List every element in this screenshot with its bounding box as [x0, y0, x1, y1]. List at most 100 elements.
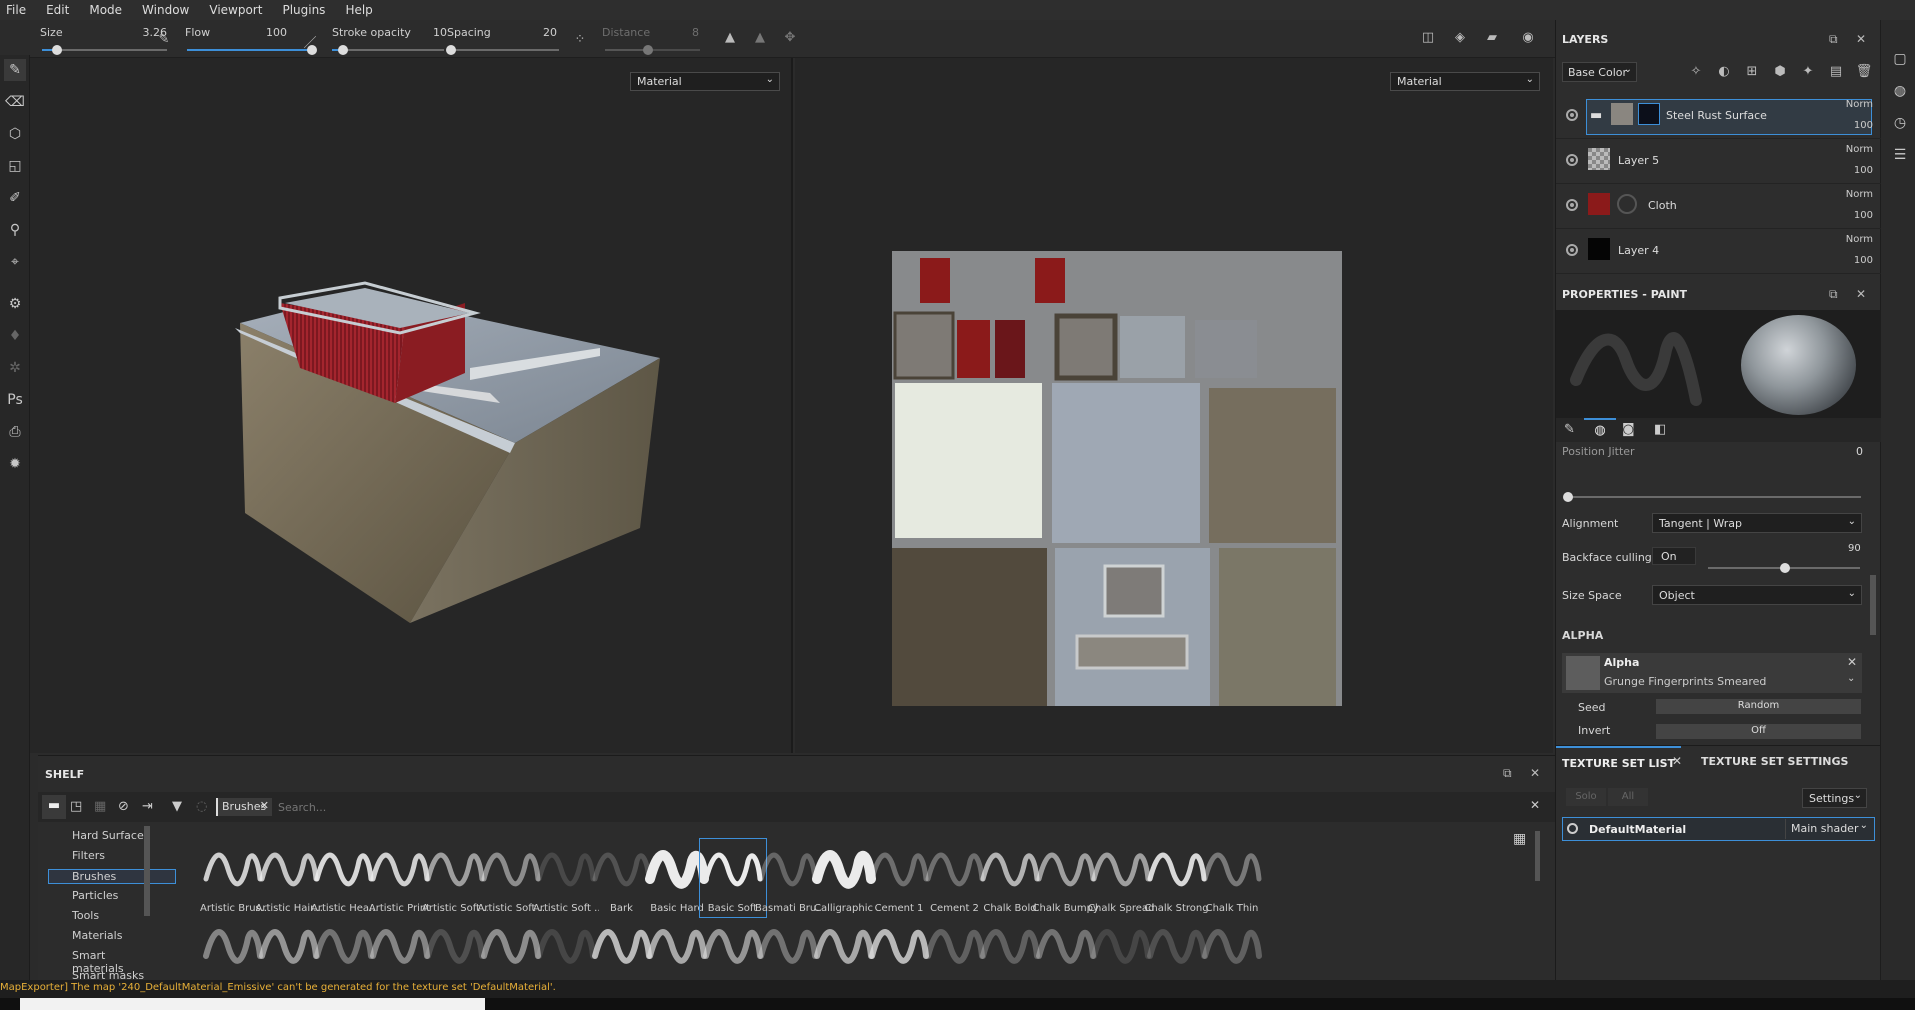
- add-paint-layer-icon[interactable]: ✦: [1798, 64, 1818, 82]
- lazy-mouse-icon[interactable]: ⁘: [570, 32, 590, 50]
- distance-slider[interactable]: [605, 45, 700, 55]
- texture-set-icon[interactable]: ▢: [1889, 48, 1911, 70]
- menu-help[interactable]: Help: [345, 3, 372, 17]
- smudge-icon[interactable]: ✐: [4, 187, 26, 209]
- taskbar-search-box[interactable]: [20, 998, 485, 1010]
- add-mask-icon[interactable]: ◐: [1714, 64, 1734, 82]
- photoshop-icon[interactable]: Ps: [4, 389, 26, 411]
- layer-blend-mode[interactable]: Norm: [1846, 99, 1873, 110]
- visibility-eye-icon[interactable]: [1566, 199, 1578, 211]
- history-icon[interactable]: ◷: [1889, 112, 1911, 134]
- symmetry-settings-icon[interactable]: ✥: [780, 30, 800, 48]
- solo-button[interactable]: Solo: [1566, 788, 1606, 806]
- brush-item[interactable]: Chalk Thin: [1199, 839, 1265, 917]
- layer-opacity[interactable]: 100: [1854, 165, 1873, 176]
- export-icon[interactable]: ⎙: [4, 421, 26, 443]
- backface-culling-slider[interactable]: [1708, 563, 1860, 573]
- undock-icon[interactable]: ⧉: [1829, 287, 1838, 302]
- alarm-icon[interactable]: ♦: [4, 325, 26, 347]
- alignment-select[interactable]: Tangent | Wrap ⌄: [1652, 513, 1862, 533]
- viewport-2d[interactable]: Material ⌄: [795, 58, 1553, 753]
- settings-gear-icon[interactable]: ✹: [4, 453, 26, 475]
- position-jitter-slider[interactable]: [1563, 492, 1861, 502]
- eraser-icon[interactable]: ⌫: [4, 91, 26, 113]
- add-folder-icon[interactable]: ▤: [1826, 64, 1846, 82]
- channel-select[interactable]: Base Color ⌄: [1562, 62, 1637, 82]
- visibility-eye-icon[interactable]: [1566, 154, 1578, 166]
- spacing-value[interactable]: 20: [535, 26, 557, 39]
- visibility-eye-icon[interactable]: [1567, 823, 1578, 834]
- properties-scrollbar[interactable]: [1870, 575, 1876, 635]
- layer-row[interactable]: Cloth Norm 100: [1556, 185, 1881, 229]
- backface-culling-value[interactable]: 90: [1848, 543, 1861, 554]
- menu-file[interactable]: File: [6, 3, 26, 17]
- close-icon[interactable]: ✕: [1856, 287, 1866, 301]
- display-mode-icon[interactable]: ◈: [1450, 30, 1470, 48]
- stroke-opacity-icon[interactable]: ／: [300, 32, 320, 51]
- alpha-tab-icon[interactable]: ◧: [1654, 422, 1666, 437]
- bake-icon[interactable]: ⚙: [4, 293, 26, 315]
- stroke-opacity-slider[interactable]: [332, 45, 444, 55]
- chevron-down-icon[interactable]: ⌄: [1847, 673, 1855, 684]
- split-view-icon[interactable]: ◫: [1418, 30, 1438, 48]
- picker-icon[interactable]: ⌖: [4, 251, 26, 273]
- menu-plugins[interactable]: Plugins: [282, 3, 325, 17]
- brush-size-icon[interactable]: ✎: [154, 32, 174, 50]
- flow-value[interactable]: 100: [255, 26, 287, 39]
- brush-tab-icon[interactable]: ✎: [1564, 422, 1575, 437]
- physics-icon[interactable]: ✲: [4, 357, 26, 379]
- layer-row[interactable]: ▬ Steel Rust Surface Norm 100: [1556, 95, 1881, 139]
- stencil-tab-icon[interactable]: ◙: [1622, 422, 1635, 437]
- tab-texture-set-settings[interactable]: TEXTURE SET SETTINGS: [1701, 755, 1848, 768]
- material-tab-icon[interactable]: ◍: [1584, 418, 1616, 442]
- texture-set-row[interactable]: DefaultMaterial Main shader ⌄: [1562, 817, 1875, 841]
- display-settings-icon[interactable]: ◍: [1889, 80, 1911, 102]
- stroke-opacity-value[interactable]: 10: [425, 26, 447, 39]
- add-fill-layer-icon[interactable]: ⬢: [1770, 64, 1790, 82]
- brush-item[interactable]: [1199, 916, 1265, 976]
- distance-value[interactable]: 8: [685, 26, 699, 39]
- clone-icon[interactable]: ⚲: [4, 219, 26, 241]
- layer-opacity[interactable]: 100: [1854, 210, 1873, 221]
- polygon-fill-icon[interactable]: ◱: [4, 155, 26, 177]
- size-space-select[interactable]: Object ⌄: [1652, 585, 1862, 605]
- add-layer-icon[interactable]: ⊞: [1742, 64, 1762, 82]
- brush-grid-scrollbar[interactable]: [1535, 831, 1540, 881]
- paint-brush-icon[interactable]: ✎: [4, 59, 26, 81]
- symmetry-icon[interactable]: ▲: [720, 30, 740, 48]
- all-button[interactable]: All: [1608, 788, 1648, 806]
- layer-blend-mode[interactable]: Norm: [1846, 234, 1873, 245]
- spacing-slider[interactable]: [446, 45, 559, 55]
- layer-row[interactable]: Layer 4 Norm 100: [1556, 230, 1881, 274]
- layer-opacity[interactable]: 100: [1854, 255, 1873, 266]
- visibility-eye-icon[interactable]: [1566, 244, 1578, 256]
- layer-blend-mode[interactable]: Norm: [1846, 144, 1873, 155]
- menu-edit[interactable]: Edit: [46, 3, 69, 17]
- menu-viewport[interactable]: Viewport: [209, 3, 262, 17]
- visibility-eye-icon[interactable]: [1566, 109, 1578, 121]
- close-icon[interactable]: ✕: [1856, 32, 1866, 46]
- delete-layer-icon[interactable]: 🗑: [1854, 64, 1874, 82]
- screenshot-icon[interactable]: ◉: [1518, 30, 1538, 48]
- backface-culling-toggle[interactable]: On: [1652, 547, 1696, 565]
- camera-icon[interactable]: ▰: [1482, 30, 1502, 48]
- log-icon[interactable]: ☰: [1889, 144, 1911, 166]
- menu-mode[interactable]: Mode: [89, 3, 122, 17]
- flow-slider[interactable]: [187, 45, 317, 55]
- size-slider[interactable]: [42, 45, 167, 55]
- close-icon[interactable]: ✕: [1847, 655, 1857, 669]
- undock-icon[interactable]: ⧉: [1829, 32, 1838, 47]
- mask-thumbnail[interactable]: [1638, 103, 1660, 125]
- symmetry-mirror-icon[interactable]: ▲: [750, 30, 770, 48]
- menu-window[interactable]: Window: [142, 3, 189, 17]
- close-icon[interactable]: ✕: [1672, 754, 1682, 768]
- tab-texture-set-list[interactable]: TEXTURE SET LIST: [1556, 746, 1681, 774]
- viewport-3d[interactable]: Material ⌄: [30, 58, 793, 753]
- layer-blend-mode[interactable]: Norm: [1846, 189, 1873, 200]
- settings-dropdown[interactable]: Settings ⌄: [1802, 788, 1867, 808]
- layer-row[interactable]: Layer 5 Norm 100: [1556, 140, 1881, 184]
- shader-select[interactable]: Main shader ⌄: [1785, 819, 1871, 839]
- add-effect-icon[interactable]: ✧: [1686, 64, 1706, 82]
- projection-icon[interactable]: ⬡: [4, 123, 26, 145]
- layer-opacity[interactable]: 100: [1854, 120, 1873, 131]
